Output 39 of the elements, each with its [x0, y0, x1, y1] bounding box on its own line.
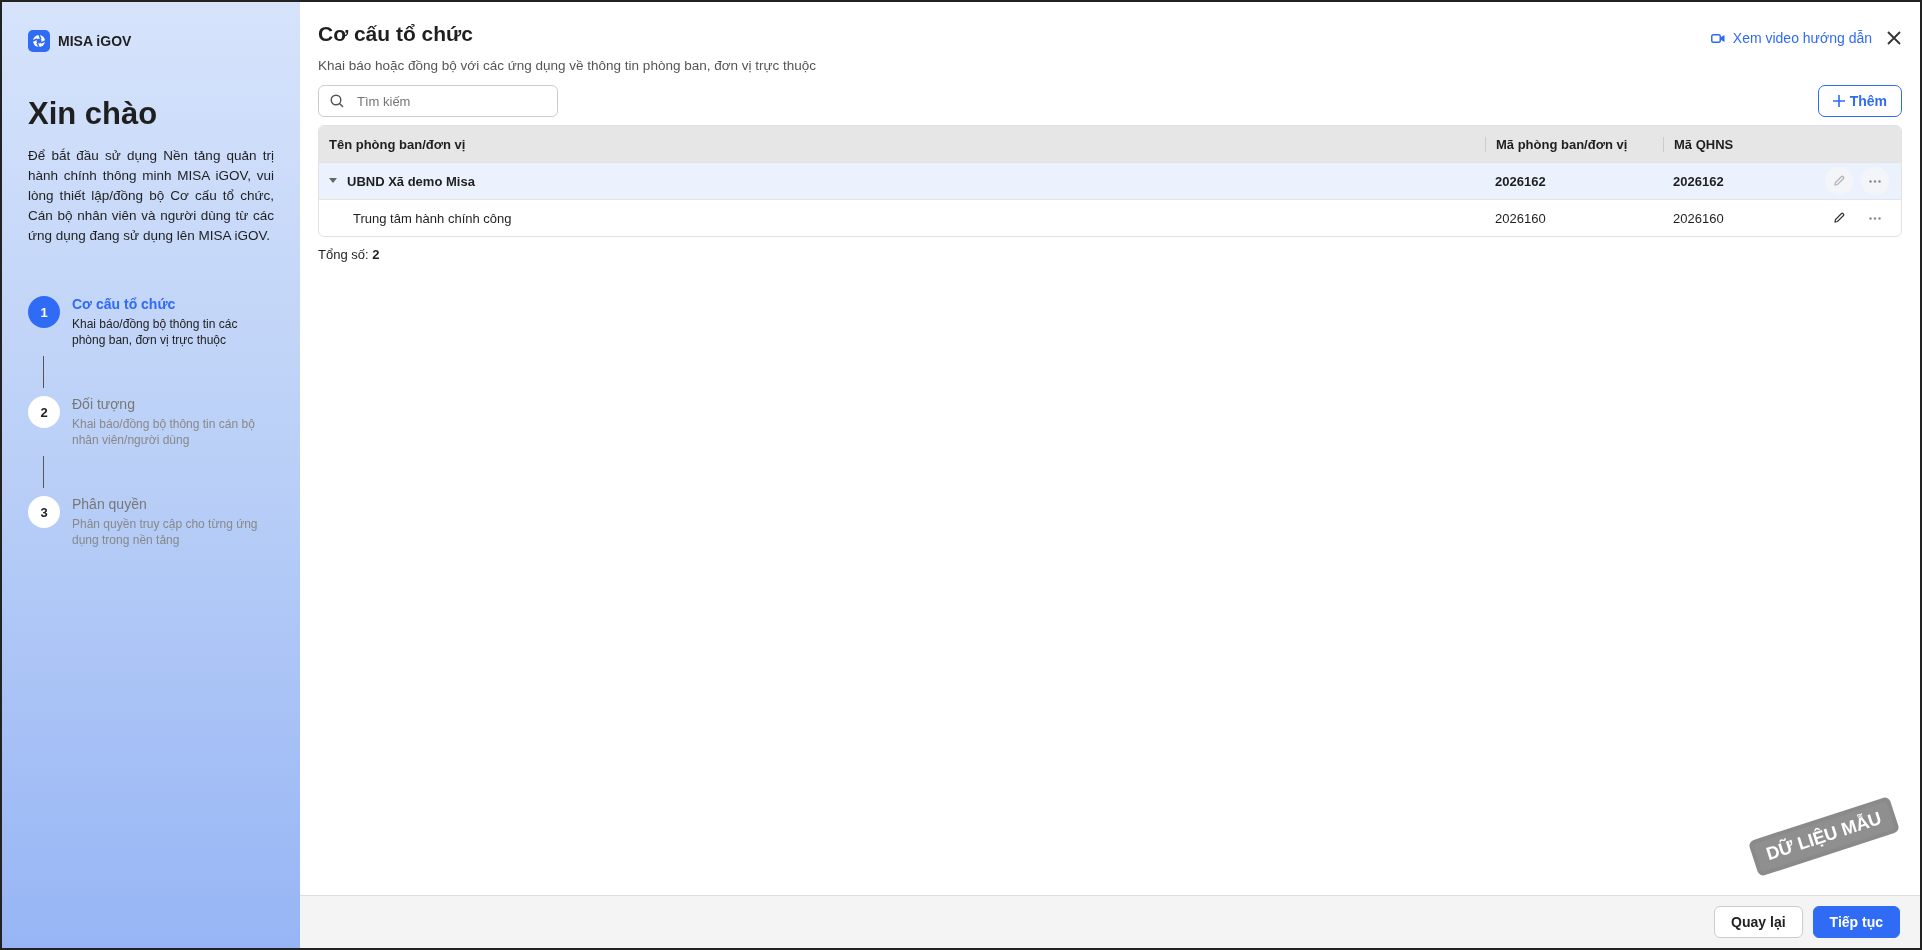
page-title: Cơ cấu tổ chức	[318, 22, 474, 46]
greeting-title: Xin chào	[28, 96, 159, 132]
back-button[interactable]: Quay lại	[1714, 906, 1803, 938]
column-header: Tên phòng ban/đơn vị	[328, 136, 467, 152]
table-row[interactable]: Trung tâm hành chính công 2026160 2026160	[319, 200, 1901, 236]
intro-text: Để bắt đầu sử dụng Nền tảng quản trị hành chính thông minh MISA iGOV, vui lòng thiết lập/đồng bộ Cơ cấu tổ chức, Cán bộ nhân viên và người dùng từ các ứng dụng đang sử dụng lên MISA iGOV.	[28, 147, 274, 245]
total-count: Tổng số: 2	[318, 247, 381, 262]
continue-button[interactable]: Tiếp tục	[1812, 906, 1900, 938]
search-field[interactable]: Tìm kiếm	[318, 85, 558, 117]
add-button[interactable]: Thêm	[1817, 85, 1902, 117]
step-description: Khai báo/đồng bộ thông tin cán bộ nhân viên/người dùng	[72, 416, 256, 448]
more-dots-icon	[1869, 216, 1881, 220]
video-guide-link[interactable]: Xem video hướng dẫn	[1710, 30, 1872, 46]
table-cell: 2026162	[1673, 173, 1724, 189]
table-cell: 2026160	[1495, 210, 1546, 226]
step-title[interactable]: Đối tượng	[72, 396, 274, 412]
sample-data-stamp: DỮ LIỆU MẪU	[1747, 796, 1901, 877]
table-cell: UBND Xã demo Misa	[347, 173, 475, 189]
caret-icon[interactable]	[329, 178, 337, 184]
table-cell: 2026160	[1673, 210, 1724, 226]
column-header: Mã phòng ban/đơn vị	[1485, 136, 1663, 152]
video-camera-icon	[1710, 32, 1725, 44]
step-number: 3	[28, 496, 60, 528]
logo-icon	[28, 30, 50, 52]
step-number: 1	[28, 296, 60, 328]
step-title[interactable]: Phân quyền	[72, 496, 274, 512]
table-row[interactable]: UBND Xã demo Misa 2026162 2026162	[319, 163, 1901, 200]
step-number: 2	[28, 396, 60, 428]
table-cell: Trung tâm hành chính công	[353, 210, 512, 226]
table-cell: 2026162	[1495, 173, 1546, 189]
step-description: Phân quyền truy cập cho từng ứng dụng trong nền tảng	[72, 516, 259, 548]
page-subtitle: Khai báo hoặc đồng bộ với các ứng dụng về thông tin phòng ban, đơn vị trực thuộc	[318, 58, 817, 73]
step-title[interactable]: Cơ cấu tổ chức	[72, 296, 274, 312]
plus-icon	[1832, 95, 1845, 107]
column-header: Mã QHNS	[1663, 136, 1805, 152]
logo-text: MISA iGOV	[58, 33, 132, 49]
more-dots-icon	[1869, 179, 1881, 183]
close-icon[interactable]	[1886, 30, 1902, 46]
step-description: Khai báo/đồng bộ thông tin các phòng ban, đơn vị trực thuộc	[72, 316, 239, 348]
